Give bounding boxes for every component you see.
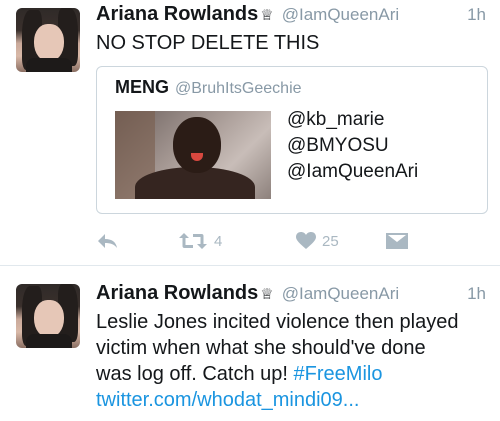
avatar[interactable] bbox=[16, 284, 80, 348]
hashtag-link[interactable]: #FreeMilo bbox=[294, 363, 383, 385]
tweet-header: Ariana Rowlands ♕ @IamQueenAri 1h bbox=[96, 282, 486, 306]
quoted-tweet[interactable]: MENG @BruhItsGeechie @kb_marie @BMYOSU @I… bbox=[96, 66, 488, 214]
retweet-count: 4 bbox=[214, 232, 223, 250]
message-icon bbox=[386, 233, 408, 249]
reply-icon bbox=[98, 234, 117, 248]
author-handle[interactable]: @IamQueenAri bbox=[282, 284, 399, 303]
tweet-2[interactable]: Ariana Rowlands ♕ @IamQueenAri 1h Leslie J… bbox=[0, 266, 500, 421]
author-name[interactable]: Ariana Rowlands bbox=[96, 282, 258, 304]
mention[interactable]: @IamQueenAri bbox=[287, 159, 418, 185]
action-bar: 4 25 bbox=[96, 228, 426, 254]
url-link[interactable]: twitter.com/whodat_mindi09... bbox=[96, 387, 486, 413]
crown-icon: ♕ bbox=[260, 7, 274, 24]
quoted-header: MENG @BruhItsGeechie bbox=[115, 77, 302, 98]
retweet-icon bbox=[179, 233, 207, 249]
author-handle[interactable]: @IamQueenAri bbox=[282, 5, 399, 24]
tweet-header: Ariana Rowlands ♕ @IamQueenAri 1h bbox=[96, 3, 486, 27]
tweet-1[interactable]: Ariana Rowlands ♕ @IamQueenAri 1h NO STOP … bbox=[0, 0, 500, 266]
like-button[interactable]: 25 bbox=[296, 228, 339, 254]
reply-button[interactable] bbox=[96, 228, 118, 254]
direct-message-button[interactable] bbox=[386, 228, 408, 254]
tweet-text-line: Leslie Jones incited violence then playe… bbox=[96, 311, 459, 333]
crown-icon: ♕ bbox=[260, 286, 274, 303]
timestamp[interactable]: 1h bbox=[467, 5, 486, 25]
quoted-text: @kb_marie @BMYOSU @IamQueenAri bbox=[287, 107, 418, 185]
timestamp[interactable]: 1h bbox=[467, 284, 486, 304]
tweet-text-line: victim when what she should've done bbox=[96, 337, 426, 359]
quoted-author-name: MENG bbox=[115, 77, 169, 97]
retweet-button[interactable]: 4 bbox=[178, 228, 222, 254]
heart-icon bbox=[296, 232, 316, 249]
tweet-text: NO STOP DELETE THIS bbox=[96, 32, 320, 54]
quoted-author-handle: @BruhItsGeechie bbox=[175, 80, 302, 97]
like-count: 25 bbox=[322, 232, 339, 250]
avatar[interactable] bbox=[16, 8, 80, 72]
quoted-photo[interactable] bbox=[115, 111, 271, 199]
mention[interactable]: @BMYOSU bbox=[287, 133, 418, 159]
author-name[interactable]: Ariana Rowlands bbox=[96, 3, 258, 25]
tweet-text: Leslie Jones incited violence then playe… bbox=[96, 309, 486, 413]
tweet-text-line: was log off. Catch up! bbox=[96, 363, 294, 385]
mention[interactable]: @kb_marie bbox=[287, 107, 418, 133]
